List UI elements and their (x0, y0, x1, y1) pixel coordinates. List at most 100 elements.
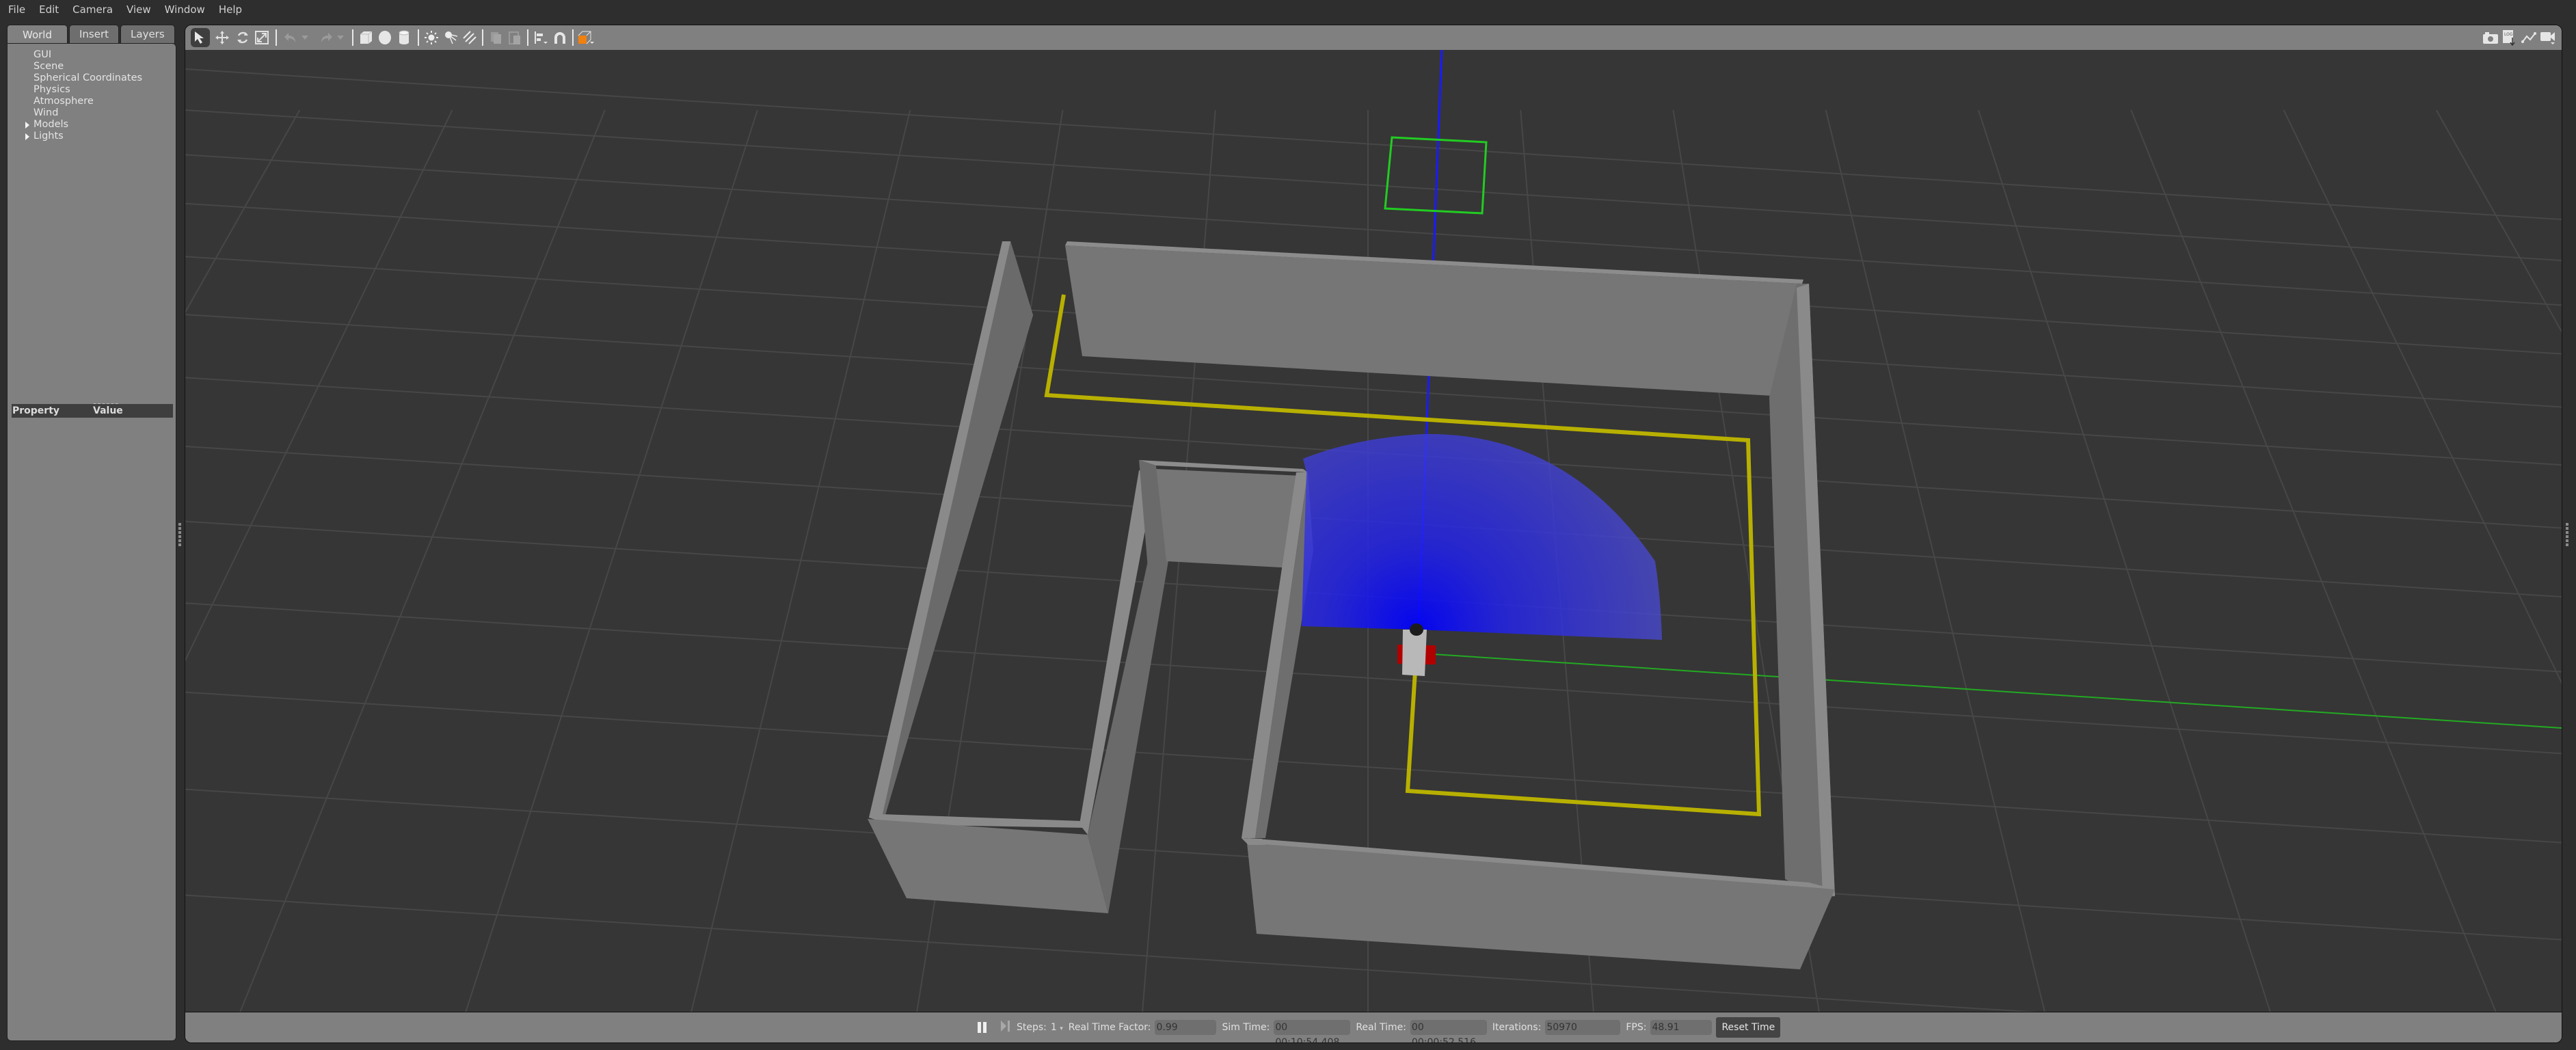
tree-item-physics[interactable]: Physics (17, 84, 142, 96)
translate-mode-button[interactable] (213, 28, 232, 47)
align-icon (535, 31, 548, 44)
sim-time-label: Sim Time: (1222, 1022, 1270, 1033)
real-time-field: 00 00:00:52.516 (1410, 1020, 1487, 1042)
wall-west (869, 241, 1086, 828)
steps-dropdown-icon[interactable]: ▾ (1060, 1025, 1063, 1032)
reset-time-button[interactable]: Reset Time (1716, 1017, 1781, 1038)
toolbar: LOG (185, 25, 2562, 51)
directional-light-icon (463, 31, 477, 44)
redo-button[interactable] (317, 28, 336, 47)
tab-insert[interactable]: Insert (69, 25, 120, 43)
grid-line (690, 109, 911, 1013)
align-button[interactable] (531, 28, 550, 47)
move-arrows-icon (215, 31, 229, 44)
pause-button[interactable] (977, 1021, 988, 1034)
spot-light-button[interactable] (441, 28, 460, 47)
camera-icon (2483, 32, 2498, 44)
tree-item-gui[interactable]: GUI (17, 49, 142, 61)
tree-item-atmosphere[interactable]: Atmosphere (17, 96, 142, 107)
sphere-shape-button[interactable] (375, 28, 394, 47)
redo-history-dropdown[interactable] (336, 28, 345, 47)
fps-label: FPS: (1626, 1022, 1647, 1033)
panel-tabs: World Insert Layers (7, 25, 176, 44)
scale-mode-button[interactable] (252, 28, 271, 47)
fps-field: 48.91 (1650, 1020, 1713, 1035)
tree-item-label: Atmosphere (33, 96, 94, 107)
screenshot-button[interactable] (2481, 28, 2500, 47)
property-table-header: Property Value (12, 404, 173, 418)
tree-item-spherical-coordinates[interactable]: Spherical Coordinates (17, 72, 142, 84)
right-splitter-handle[interactable] (2566, 507, 2569, 562)
grid-line (1977, 109, 2271, 1013)
steps-spinbox[interactable]: 1 ▾ (1051, 1022, 1063, 1033)
spot-light-icon (445, 31, 458, 44)
3d-scene-view[interactable] (185, 49, 2562, 1042)
tree-item-label: Scene (33, 61, 64, 72)
menu-camera[interactable]: Camera (72, 3, 113, 16)
copy-button[interactable] (486, 28, 505, 47)
scale-icon (255, 31, 269, 44)
tree-item-label: Wind (33, 107, 59, 118)
log-data-button[interactable]: LOG (2500, 28, 2519, 47)
tab-world[interactable]: World (7, 25, 68, 44)
grid-line (465, 109, 759, 1013)
expand-arrow-icon[interactable] (25, 133, 29, 140)
world-panel: GUI Scene Spherical Coordinates Physics … (7, 43, 176, 1041)
undo-button[interactable] (281, 28, 300, 47)
tree-item-scene[interactable]: Scene (17, 61, 142, 72)
view-angle-cube-icon (578, 31, 594, 44)
toolbar-separator (276, 29, 277, 46)
menu-file[interactable]: File (8, 3, 25, 16)
box-shape-button[interactable] (356, 28, 375, 47)
dropdown-arrow-icon (337, 36, 344, 40)
arrow-cursor-icon (195, 31, 204, 44)
point-light-button[interactable] (422, 28, 441, 47)
left-splitter-handle[interactable] (178, 507, 182, 562)
robot-model[interactable] (1397, 623, 1436, 676)
menu-edit[interactable]: Edit (39, 3, 59, 16)
real-time-factor-field: 0.99 (1155, 1020, 1217, 1035)
cylinder-icon (399, 30, 410, 44)
step-button[interactable] (1000, 1020, 1011, 1035)
view-angle-button[interactable] (576, 28, 595, 47)
robot-right-wheel (1425, 645, 1436, 664)
video-record-button[interactable] (2538, 28, 2558, 47)
select-mode-button[interactable] (191, 28, 210, 47)
tree-item-label: Spherical Coordinates (33, 72, 143, 83)
steps-label: Steps: (1017, 1022, 1047, 1033)
left-panel: World Insert Layers GUI Scene Spherical … (7, 25, 176, 1043)
tree-item-label: Physics (33, 84, 70, 95)
dropdown-arrow-icon (301, 36, 308, 40)
value-column-header: Value (93, 405, 123, 416)
sim-time-field: 00 00:10:54.408 (1274, 1020, 1351, 1042)
robot-body (1402, 630, 1427, 676)
plot-button[interactable] (2519, 28, 2538, 47)
tree-item-models[interactable]: Models (17, 119, 142, 131)
undo-history-dropdown[interactable] (300, 28, 310, 47)
menu-view[interactable]: View (126, 3, 151, 16)
menu-window[interactable]: Window (165, 3, 205, 16)
real-time-factor-label: Real Time Factor: (1068, 1022, 1151, 1033)
expand-arrow-icon[interactable] (25, 122, 29, 129)
menu-help[interactable]: Help (219, 3, 242, 16)
grid-line (185, 68, 2562, 220)
grid-line (185, 109, 2562, 261)
toolbar-separator (482, 29, 483, 46)
paste-button[interactable] (505, 28, 524, 47)
play-controls (977, 1020, 1011, 1035)
tree-item-label: Models (33, 119, 69, 130)
scene-canvas[interactable] (185, 49, 2562, 1042)
property-column-header: Property (12, 405, 60, 416)
tree-item-wind[interactable]: Wind (17, 107, 142, 119)
grid-line (185, 109, 301, 314)
wall-south (1242, 838, 1835, 969)
tab-layers[interactable]: Layers (120, 25, 175, 43)
sphere-icon (379, 31, 391, 44)
rotate-mode-button[interactable] (233, 28, 252, 47)
directional-light-button[interactable] (460, 28, 479, 47)
rotate-icon (237, 31, 248, 44)
snap-button[interactable] (550, 28, 569, 47)
log-icon: LOG (2503, 30, 2515, 46)
cylinder-shape-button[interactable] (394, 28, 414, 47)
tree-item-lights[interactable]: Lights (17, 131, 142, 142)
